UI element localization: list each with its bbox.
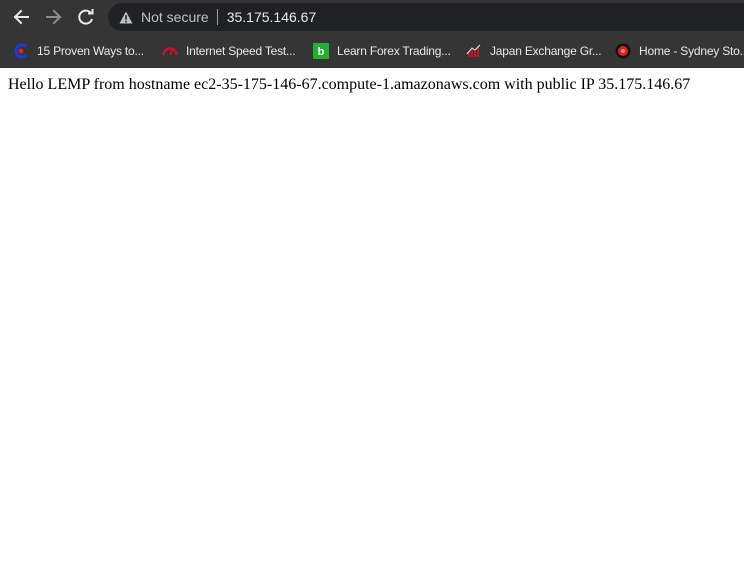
jpx-icon [466,43,482,59]
blue-red-c-icon [13,43,29,59]
url-text[interactable]: 35.175.146.67 [227,9,317,25]
bookmark-label: Japan Exchange Gr... [490,44,602,58]
bookmark-japan-exchange-group[interactable]: Japan Exchange Gr... [466,40,602,62]
svg-text:b: b [318,46,325,58]
bookmark-home-sydney-stock[interactable]: Home - Sydney Sto... [615,40,744,62]
address-separator [216,9,218,25]
bookmarks-bar: 15 Proven Ways to... Internet Speed Test… [0,34,744,68]
back-button[interactable] [9,5,33,29]
back-arrow-icon [13,9,29,25]
bookmark-label: 15 Proven Ways to... [37,44,144,58]
bookmark-label: Learn Forex Trading... [337,44,451,58]
red-circle-icon [615,43,631,59]
page-text: Hello LEMP from hostname ec2-35-175-146-… [8,76,691,93]
browser-toolbar: Not secure 35.175.146.67 [0,0,744,34]
speedometer-icon [162,43,178,59]
bookmark-internet-speed-test[interactable]: Internet Speed Test... [162,40,296,62]
forward-button[interactable] [42,5,66,29]
forward-arrow-icon [46,9,62,25]
green-b-icon: b [313,43,329,59]
address-bar[interactable]: Not secure 35.175.146.67 [108,3,744,31]
not-secure-label[interactable]: Not secure [141,9,209,25]
warning-triangle-icon[interactable] [118,9,134,25]
bookmark-label: Internet Speed Test... [186,44,296,58]
reload-icon [78,9,94,25]
reload-button[interactable] [74,5,98,29]
bookmark-label: Home - Sydney Sto... [639,44,744,58]
bookmark-15-proven-ways[interactable]: 15 Proven Ways to... [13,40,144,62]
browser-chrome: Not secure 35.175.146.67 15 Proven Ways … [0,0,744,68]
bookmark-learn-forex-trading[interactable]: b Learn Forex Trading... [313,40,451,62]
page-content: Hello LEMP from hostname ec2-35-175-146-… [0,68,744,582]
